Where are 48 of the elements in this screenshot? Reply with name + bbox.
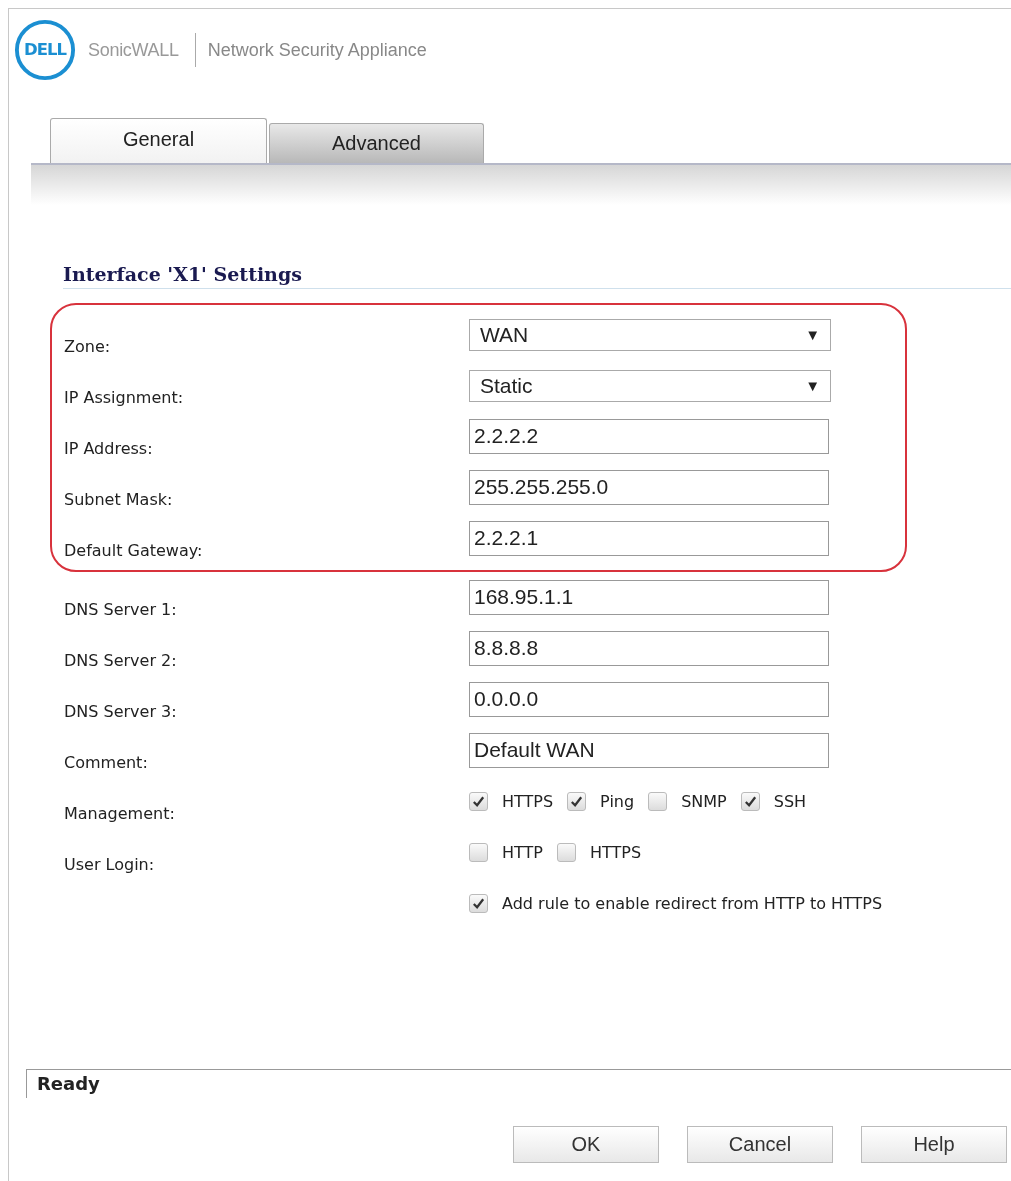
input-field[interactable]: 168.95.1.1 — [469, 580, 829, 615]
field-label: DNS Server 2: — [63, 651, 178, 672]
status-bar: Ready — [26, 1069, 1011, 1098]
input-field[interactable]: 2.2.2.1 — [469, 521, 829, 556]
checkmark-icon — [742, 794, 758, 809]
dropdown[interactable]: WAN ▼ — [469, 318, 831, 351]
dropdown[interactable]: Static ▼ — [469, 369, 831, 402]
input-field[interactable]: 2.2.2.2 — [469, 419, 829, 454]
field-label: DNS Server 1: — [63, 600, 178, 621]
field-label: Subnet Mask: — [63, 490, 174, 511]
checkbox-label: SNMP — [681, 792, 727, 811]
input-field[interactable]: Default WAN — [469, 733, 829, 768]
checkbox-label: HTTP — [502, 843, 543, 862]
input-field[interactable]: 8.8.8.8 — [469, 631, 829, 666]
field-label: Default Gateway: — [63, 541, 204, 562]
checkbox-label: SSH — [773, 792, 807, 811]
checkbox-label: Ping — [600, 792, 635, 811]
tab[interactable]: General — [50, 118, 267, 163]
checkmark-icon — [471, 794, 486, 809]
section-title: Interface 'X1' Settings — [63, 263, 1011, 289]
checkbox[interactable] — [648, 792, 668, 811]
logo: DELL — [14, 19, 76, 81]
checkmark-icon — [569, 794, 585, 809]
checkbox[interactable] — [469, 792, 488, 811]
field-label: User Login: — [63, 855, 156, 876]
checkbox-label: HTTPS — [589, 843, 642, 862]
tab[interactable]: Advanced — [269, 123, 484, 163]
field-label: DNS Server 3: — [63, 702, 178, 723]
dialog-button[interactable]: Help — [861, 1126, 1007, 1163]
field-label: IP Address: — [63, 439, 154, 460]
brand-name: SonicWALL — [88, 39, 179, 61]
checkbox-label: Add rule to enable redirect from HTTP to HTTPS — [502, 894, 883, 913]
checkbox[interactable] — [556, 843, 576, 862]
checkbox[interactable] — [740, 792, 760, 811]
field-label: Comment: — [63, 753, 149, 774]
dialog-button[interactable]: Cancel — [687, 1126, 833, 1163]
dialog-button[interactable]: OK — [513, 1126, 659, 1163]
product-name: Network Security Appliance — [207, 39, 427, 61]
checkbox[interactable] — [469, 843, 488, 862]
checkbox[interactable] — [567, 792, 587, 811]
checkbox[interactable] — [469, 894, 488, 913]
field-label: Zone: — [63, 337, 112, 358]
input-field[interactable]: 255.255.255.0 — [469, 470, 829, 505]
field-label: IP Assignment: — [63, 388, 185, 409]
field-label: Management: — [63, 804, 176, 825]
input-field[interactable]: 0.0.0.0 — [469, 682, 829, 717]
checkbox-label: HTTPS — [502, 792, 554, 811]
checkmark-icon — [471, 896, 486, 911]
